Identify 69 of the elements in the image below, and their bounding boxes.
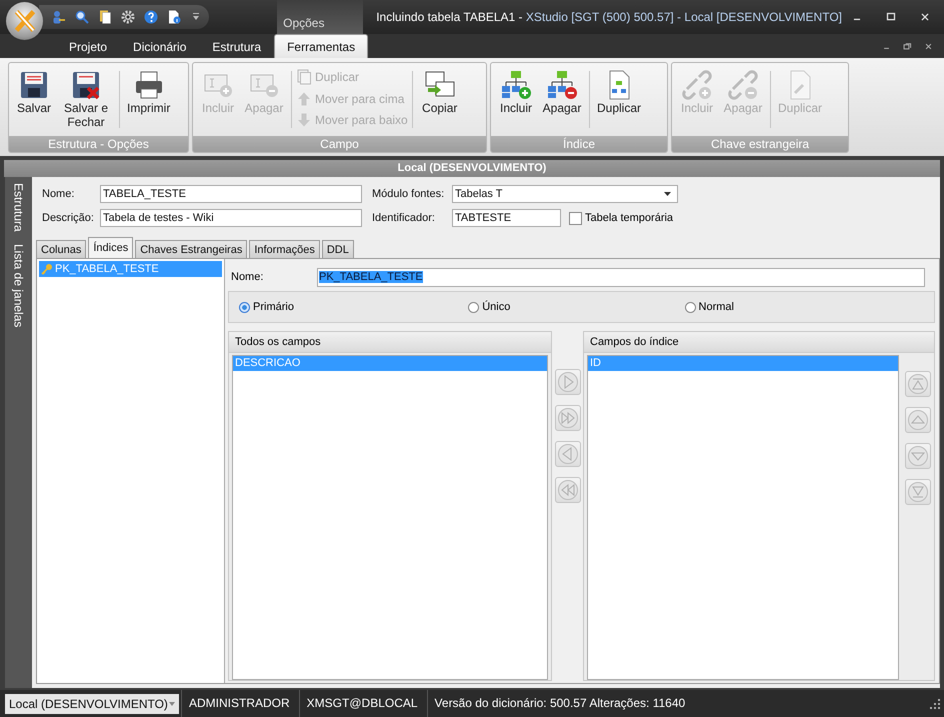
search-icon[interactable] (74, 9, 90, 25)
user-key-icon[interactable] (51, 9, 68, 25)
customize-caret-icon[interactable] (193, 13, 200, 21)
floppy-disk-cross-icon (70, 69, 102, 101)
ribbon-tab[interactable]: Ferramentas (274, 34, 368, 58)
help-icon[interactable] (143, 9, 160, 25)
documents-icon[interactable] (97, 9, 114, 25)
radio-label: Normal (698, 301, 734, 313)
arrow-down-icon (296, 112, 312, 128)
app-menu-button[interactable] (6, 2, 44, 40)
key-icon (41, 263, 53, 275)
chain-link-minus-icon (727, 69, 759, 101)
field-label: Módulo fontes: (372, 188, 446, 200)
document-info-icon[interactable] (166, 9, 182, 25)
ribbon-tab[interactable]: Dicionário (120, 36, 200, 58)
ribbon-tab[interactable]: Projeto (56, 36, 120, 58)
resize-grip-icon[interactable] (930, 698, 940, 708)
input-field[interactable]: TABTESTE (452, 209, 561, 227)
chain-link-plus-icon (681, 69, 713, 101)
radio-button[interactable] (684, 302, 696, 312)
documents-icon (296, 69, 312, 85)
ribbon-button[interactable]: Copiar (416, 65, 463, 136)
side-tab[interactable]: Estrutura (12, 183, 26, 232)
tab[interactable]: DDL (322, 240, 354, 258)
input-field[interactable]: TABELA_TESTE (100, 185, 362, 203)
restore-icon[interactable] (902, 40, 913, 52)
hierarchy-minus-icon (546, 69, 578, 101)
checkbox-label: Tabela temporária (585, 212, 674, 224)
status-text: Versão do dicionário: 500.57 Alterações: 11640 (426, 690, 692, 717)
tab[interactable]: Chaves Estrangeiras (135, 240, 248, 258)
settings-icon[interactable] (120, 9, 136, 25)
status-text: ADMINISTRADOR (181, 690, 297, 717)
window-title: Incluindo tabela TABELA1 - XStudio [SGT (500) 500.57] - Local [DESENVOLVIMENTO] (376, 10, 842, 24)
ribbon-tab[interactable]: Estrutura (199, 36, 274, 58)
field-label: Nome: (230, 271, 264, 283)
ribbon-button[interactable]: Salvar (11, 65, 57, 136)
status-text: XMSGT@DBLOCAL (298, 690, 425, 717)
field-label: Descrição: (42, 212, 95, 224)
arrow-up-icon (296, 90, 312, 106)
dropdown-field[interactable]: Tabelas T (452, 185, 678, 203)
ribbon-button[interactable]: Incluir (493, 65, 539, 136)
field-label: Nome: (42, 188, 76, 200)
input-field[interactable]: Tabela de testes - Wiki (100, 209, 362, 227)
dropdown-caret-icon[interactable] (664, 192, 671, 196)
document-header: Local (DESENVOLVIMENTO) (4, 160, 940, 177)
checkbox[interactable] (569, 212, 582, 224)
radio-label: Primário (253, 301, 294, 313)
panel-header: Todos os campos (229, 332, 551, 353)
ribbon-button[interactable]: Imprimir (124, 65, 174, 136)
group-label: Índice (491, 136, 667, 152)
radio-button[interactable] (468, 302, 480, 312)
ribbon-button[interactable]: Salvar e Fechar (57, 65, 115, 136)
panel-header: Campos do índice (584, 332, 934, 353)
ribbon-button[interactable]: Duplicar (594, 65, 644, 136)
group-label: Chave estrangeira (672, 136, 848, 152)
input-field[interactable]: PK_TABELA_TESTE (317, 268, 925, 286)
contextual-tab-group: Opções (277, 0, 364, 34)
hierarchy-plus-icon (500, 69, 532, 101)
tab[interactable]: Colunas (36, 240, 86, 258)
group-label: Estrutura - Opções (9, 136, 188, 152)
side-tab[interactable]: Lista de janelas (12, 244, 26, 328)
group-label: Campo (193, 136, 486, 152)
radio-label: Único (482, 301, 510, 313)
ribbon-button[interactable]: Apagar (539, 65, 585, 136)
tab[interactable]: Índices (88, 237, 134, 258)
connection-dropdown[interactable]: Local (DESENVOLVIMENTO) (5, 694, 179, 714)
radio-button[interactable] (239, 302, 250, 312)
tab[interactable]: Informações (249, 240, 320, 258)
field-label: Identificador: (372, 212, 436, 224)
